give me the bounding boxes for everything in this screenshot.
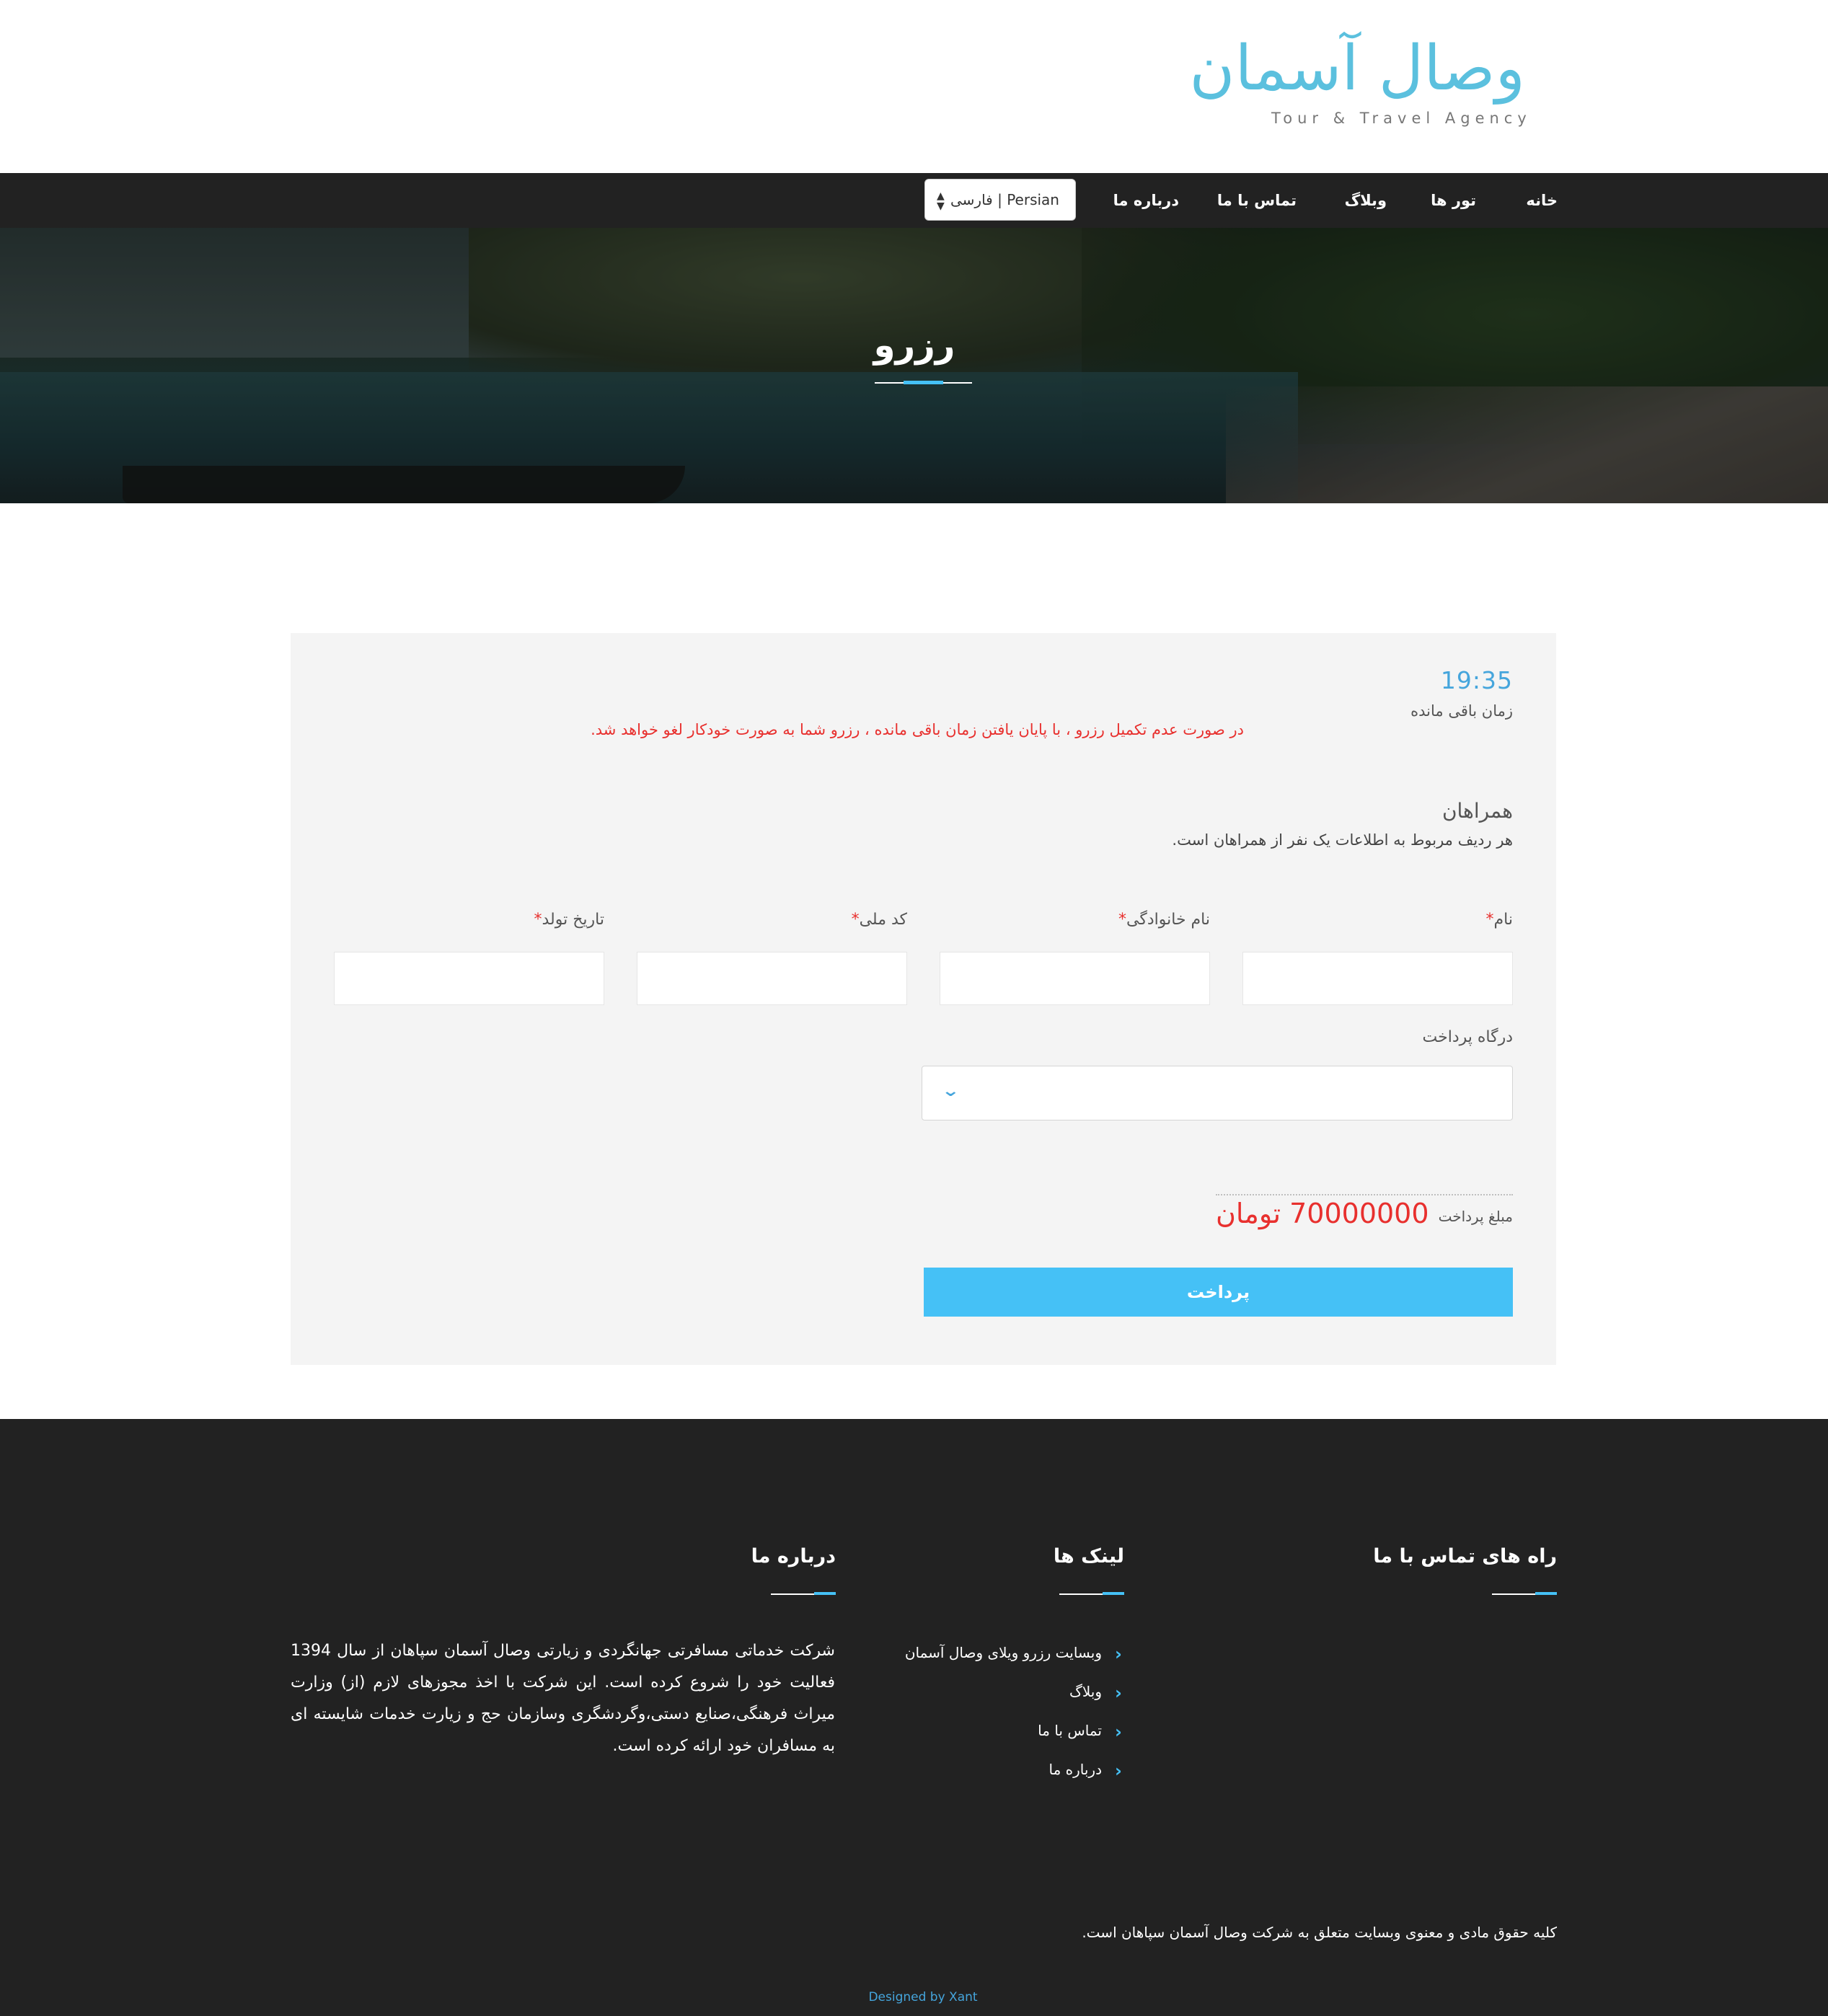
footer-links-title: لینک ها <box>1053 1545 1124 1568</box>
main-nav: خانه تور ها وبلاگ تماس با ما درباره ما P… <box>0 173 1828 228</box>
national-id-label: کد ملی* <box>851 911 907 929</box>
chevron-left-icon[interactable]: ‹ <box>1112 1644 1125 1664</box>
footer-link[interactable]: درباره ما <box>1048 1761 1102 1778</box>
payment-gateway-select[interactable]: ⌄ <box>922 1066 1513 1120</box>
timeout-warning: در صورت عدم تکمیل رزرو ، با پایان یافتن … <box>591 721 1244 738</box>
amount-value: 70000000 تومان <box>1216 1198 1429 1229</box>
footer-title-underline-accent <box>814 1592 836 1595</box>
footer-link[interactable]: وبسایت رزرو ویلای وصال آسمان <box>905 1644 1102 1661</box>
nav-item-contact[interactable]: تماس با ما <box>1217 173 1297 228</box>
copyright-text: کلیه حقوق مادی و معنوی وبسایت متعلق به ش… <box>1082 1924 1557 1941</box>
last-name-label: نام خانوادگی* <box>1118 911 1210 929</box>
nav-item-home[interactable]: خانه <box>1526 173 1558 228</box>
required-mark: * <box>1485 911 1494 929</box>
nav-item-blog[interactable]: وبلاگ <box>1345 173 1387 228</box>
countdown-timer: 19:35 <box>1440 666 1513 694</box>
footer-link[interactable]: تماس با ما <box>1038 1722 1102 1739</box>
site-header: وصال آسمان Tour & Travel Agency <box>0 0 1828 173</box>
pay-button[interactable]: پرداخت <box>924 1268 1513 1317</box>
payment-gateway-label: درگاه پرداخت <box>1422 1028 1514 1046</box>
designer-credit-link[interactable]: Designed by Xant <box>0 1990 1828 2004</box>
companions-description: هر ردیف مربوط به اطلاعات یک نفر از همراه… <box>1172 831 1513 849</box>
site-logo[interactable]: وصال آسمان Tour & Travel Agency <box>1189 29 1526 137</box>
last-name-input[interactable] <box>940 952 1210 1005</box>
title-underline-accent <box>904 381 943 384</box>
companions-title: همراهان <box>1441 799 1513 823</box>
required-mark: * <box>534 911 542 929</box>
national-id-input[interactable] <box>637 952 907 1005</box>
nav-item-tours[interactable]: تور ها <box>1431 173 1476 228</box>
footer-title-underline-accent <box>1535 1592 1557 1595</box>
logo-tagline: Tour & Travel Agency <box>1271 110 1532 127</box>
timer-label: زمان باقی مانده <box>1410 702 1513 720</box>
nav-item-about[interactable]: درباره ما <box>1113 173 1179 228</box>
amount-label: مبلغ پرداخت <box>1438 1208 1513 1225</box>
sort-arrows-icon: ▲ ▼ <box>937 190 945 212</box>
chevron-down-icon: ⌄ <box>941 1082 961 1100</box>
language-select-value: Persian | فارسی <box>950 191 1059 208</box>
booking-panel: 19:35 زمان باقی مانده در صورت عدم تکمیل … <box>291 633 1556 1365</box>
chevron-left-icon[interactable]: ‹ <box>1112 1722 1125 1742</box>
chevron-left-icon[interactable]: ‹ <box>1112 1761 1125 1781</box>
footer-link[interactable]: وبلاگ <box>1069 1683 1102 1700</box>
footer-title-underline-accent <box>1103 1592 1124 1595</box>
hero-banner: رزرو <box>0 228 1828 503</box>
footer-contact-title: راه های تماس با ما <box>1373 1545 1557 1568</box>
site-footer: راه های تماس با ما لینک ها ‹ وبسایت رزرو… <box>0 1419 1828 2016</box>
required-mark: * <box>851 911 860 929</box>
footer-about-text: شرکت خدماتی مسافرتی جهانگردی و زیارتی وص… <box>291 1642 835 1755</box>
birth-date-label: تاریخ تولد* <box>534 911 604 929</box>
first-name-input[interactable] <box>1242 952 1513 1005</box>
footer-about-title: درباره ما <box>751 1545 836 1568</box>
logo-text: وصال آسمان <box>1189 32 1525 105</box>
amount-divider <box>1216 1194 1513 1195</box>
language-select[interactable]: Persian | فارسی ▲ ▼ <box>924 179 1076 221</box>
page-title: رزرو <box>873 325 955 366</box>
chevron-left-icon[interactable]: ‹ <box>1112 1683 1125 1703</box>
required-mark: * <box>1118 911 1127 929</box>
first-name-label: نام* <box>1485 911 1513 929</box>
birth-date-input[interactable] <box>334 952 604 1005</box>
